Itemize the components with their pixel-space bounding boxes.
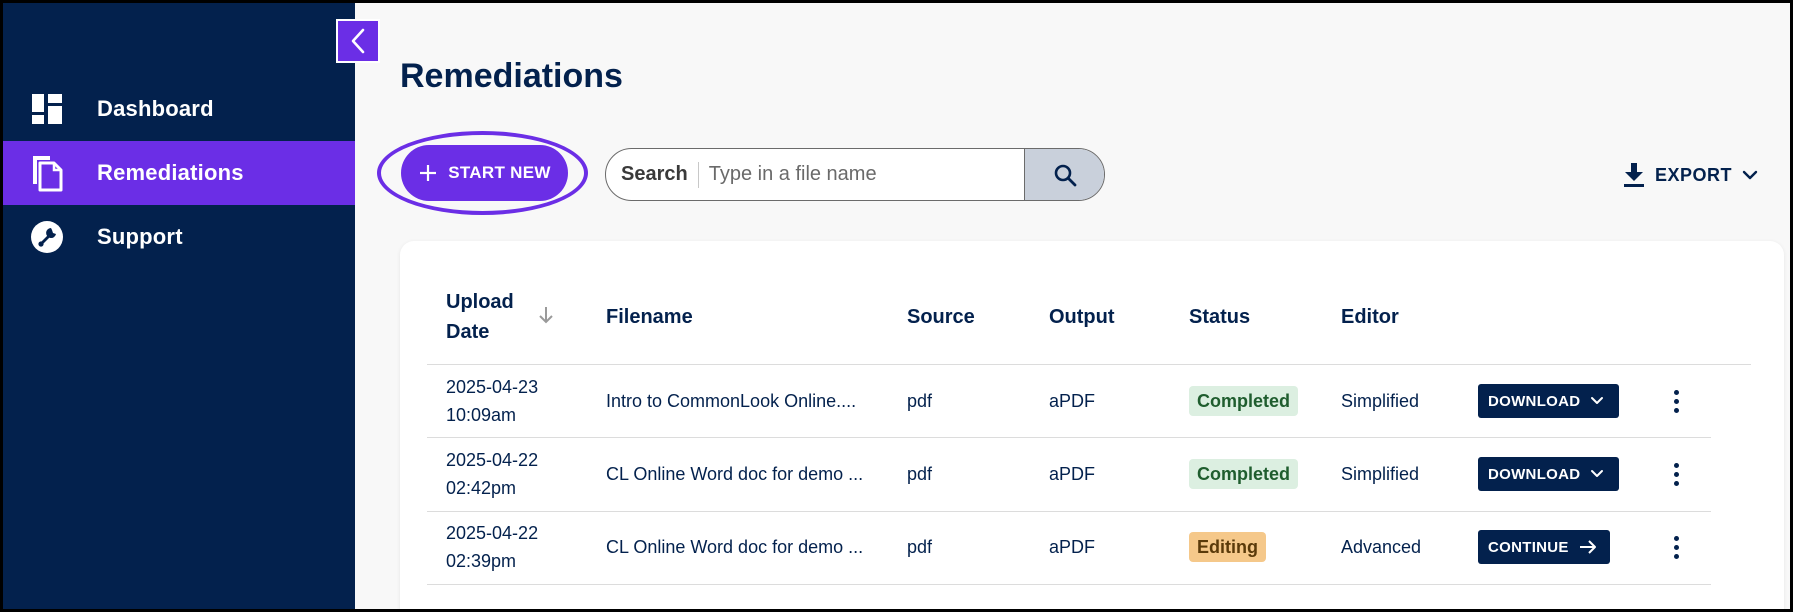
row-actions-menu[interactable] [1664, 457, 1688, 491]
row-actions-menu[interactable] [1664, 530, 1688, 564]
download-label: DOWNLOAD [1488, 465, 1581, 483]
column-header-output: Output [1049, 306, 1115, 328]
editor-cell: Advanced [1341, 537, 1422, 557]
plus-icon [418, 163, 438, 183]
sidebar-item-remediations[interactable]: Remediations [3, 141, 355, 205]
download-icon [1623, 162, 1645, 188]
filename-cell[interactable]: CL Online Word doc for demo ... [606, 460, 863, 488]
search-input[interactable] [698, 149, 1024, 200]
sort-down-arrow-icon[interactable] [538, 305, 554, 330]
column-header-editor: Editor [1341, 306, 1399, 328]
download-button[interactable]: DOWNLOAD [1478, 457, 1619, 491]
upload-date-cell: 2025-04-22 02:42pm [446, 450, 539, 498]
sidebar-item-label: Remediations [97, 160, 244, 185]
column-header-filename: Filename [606, 306, 693, 328]
filename-cell[interactable]: Intro to CommonLook Online.... [606, 387, 856, 415]
start-new-label: START NEW [448, 163, 551, 182]
chevron-left-icon [350, 28, 366, 54]
sidebar-item-label: Dashboard [97, 96, 214, 121]
search-bar: Search [605, 148, 1105, 201]
chevron-down-icon [1742, 169, 1758, 181]
row-divider [427, 437, 1711, 438]
row-actions-menu[interactable] [1664, 384, 1688, 418]
page-title: Remediations [400, 57, 623, 95]
output-cell: aPDF [1049, 537, 1096, 557]
continue-label: CONTINUE [1488, 538, 1569, 556]
header-divider [427, 364, 1751, 365]
source-cell: pdf [907, 464, 933, 484]
collapse-sidebar-button[interactable] [336, 19, 380, 63]
editor-cell: Simplified [1341, 391, 1420, 411]
wrench-icon [29, 219, 65, 255]
search-button[interactable] [1024, 149, 1104, 200]
export-button[interactable]: EXPORT [1623, 159, 1758, 191]
arrow-right-icon [1579, 540, 1597, 554]
search-icon [1053, 163, 1077, 187]
export-label: EXPORT [1655, 164, 1733, 185]
row-divider [427, 511, 1711, 512]
start-new-button[interactable]: START NEW [401, 145, 568, 201]
column-header-status: Status [1189, 306, 1251, 328]
sidebar-item-support[interactable]: Support [3, 205, 355, 269]
remediations-table: Upload Date Filename Source Output Statu… [400, 241, 1784, 609]
chevron-down-icon [1590, 396, 1604, 406]
row-divider [427, 584, 1711, 585]
chevron-down-icon [1590, 469, 1604, 479]
status-badge: Completed [1189, 459, 1299, 489]
status-badge: Completed [1189, 386, 1299, 416]
column-header-upload-date[interactable]: Upload Date [446, 287, 514, 347]
source-cell: pdf [907, 537, 933, 557]
app-window: Dashboard Remediations Support Remediati… [3, 3, 1790, 609]
status-badge: Editing [1189, 532, 1266, 562]
continue-button[interactable]: CONTINUE [1478, 530, 1610, 564]
upload-date-cell: 2025-04-23 10:09am [446, 377, 539, 425]
upload-date-cell: 2025-04-22 02:39pm [446, 523, 539, 571]
filename-cell[interactable]: CL Online Word doc for demo ... [606, 533, 863, 561]
sidebar-item-dashboard[interactable]: Dashboard [3, 77, 355, 141]
column-header-source: Source [907, 306, 975, 328]
editor-cell: Simplified [1341, 464, 1420, 484]
search-label: Search [606, 161, 699, 188]
sidebar: Dashboard Remediations Support [3, 3, 355, 609]
dashboard-icon [29, 91, 65, 127]
output-cell: aPDF [1049, 464, 1096, 484]
download-button[interactable]: DOWNLOAD [1478, 384, 1619, 418]
sidebar-item-label: Support [97, 224, 183, 249]
files-icon [29, 155, 65, 192]
output-cell: aPDF [1049, 391, 1096, 411]
download-label: DOWNLOAD [1488, 392, 1581, 410]
source-cell: pdf [907, 391, 933, 411]
